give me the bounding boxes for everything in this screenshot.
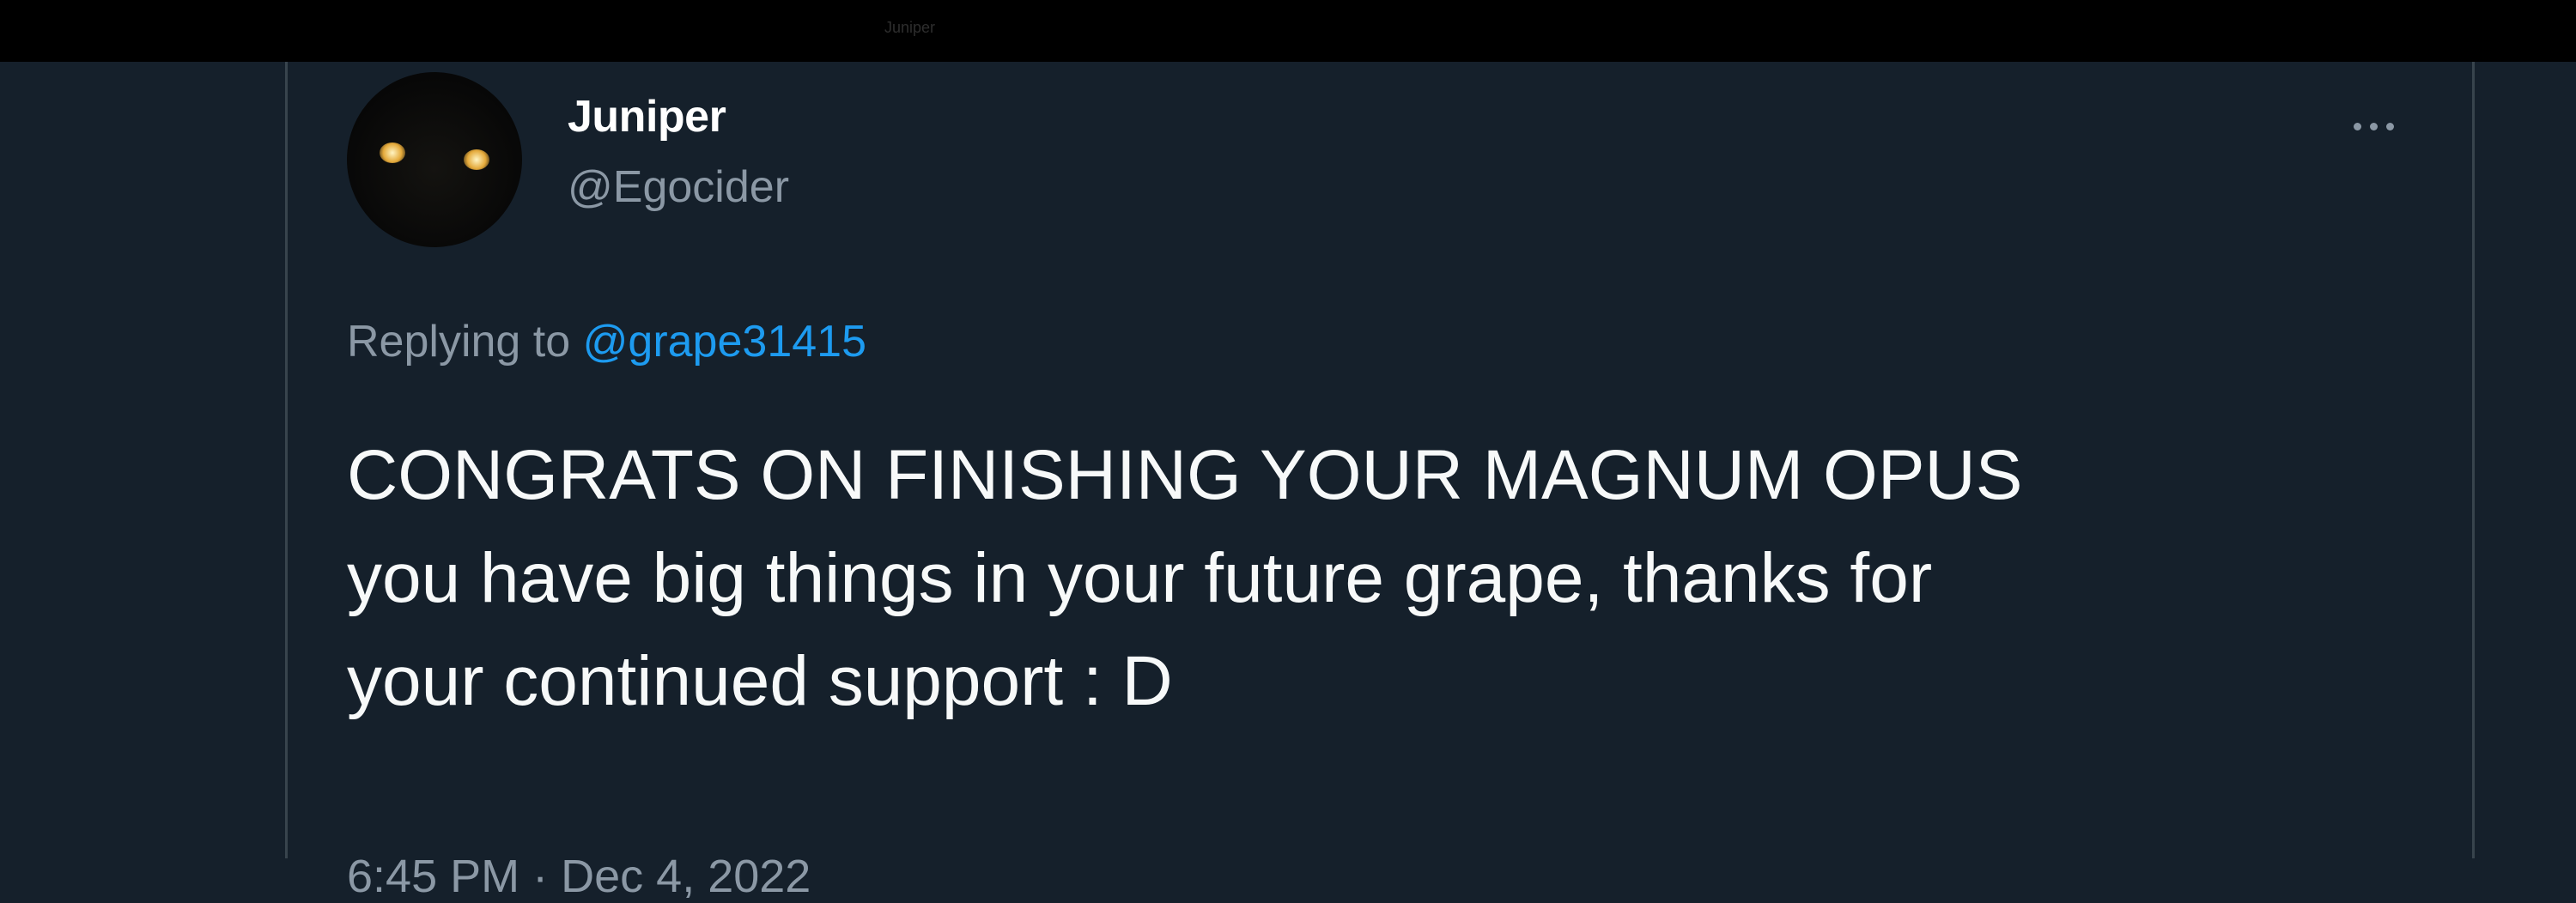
tweet-time[interactable]: 6:45 PM	[347, 851, 519, 902]
avatar[interactable]	[347, 72, 522, 247]
tweet-text-line: you have big things in your future grape…	[347, 539, 1933, 617]
timestamp-separator: ·	[532, 851, 549, 902]
tweet-timestamp[interactable]: 6:45 PM · Dec 4, 2022	[347, 850, 811, 903]
replying-to-prefix: Replying to	[347, 317, 571, 367]
reply-target-link[interactable]: @grape31415	[583, 317, 866, 367]
ellipsis-icon	[2353, 122, 2394, 130]
tweet-text: CONGRATS ON FINISHING YOUR MAGNUM OPUS y…	[347, 424, 2408, 733]
tweet-date[interactable]: Dec 4, 2022	[561, 851, 811, 902]
replying-to: Replying to @grape31415	[347, 316, 866, 367]
tweet-text-line: your continued support : D	[347, 642, 1173, 720]
tweet[interactable]: Juniper @Egocider Replying to @grape3141…	[288, 62, 2472, 902]
more-options-button[interactable]	[2335, 105, 2412, 148]
top-nav-profile-name: Juniper	[884, 19, 936, 36]
author-handle[interactable]: @Egocider	[568, 161, 789, 213]
top-nav-bar: Juniper	[0, 0, 2576, 62]
avatar-glow-right	[464, 149, 489, 170]
tweet-text-line: CONGRATS ON FINISHING YOUR MAGNUM OPUS	[347, 436, 2023, 514]
author-display-name[interactable]: Juniper	[568, 91, 726, 142]
timeline-column: Juniper @Egocider Replying to @grape3141…	[285, 62, 2475, 902]
avatar-glow-left	[380, 142, 405, 163]
